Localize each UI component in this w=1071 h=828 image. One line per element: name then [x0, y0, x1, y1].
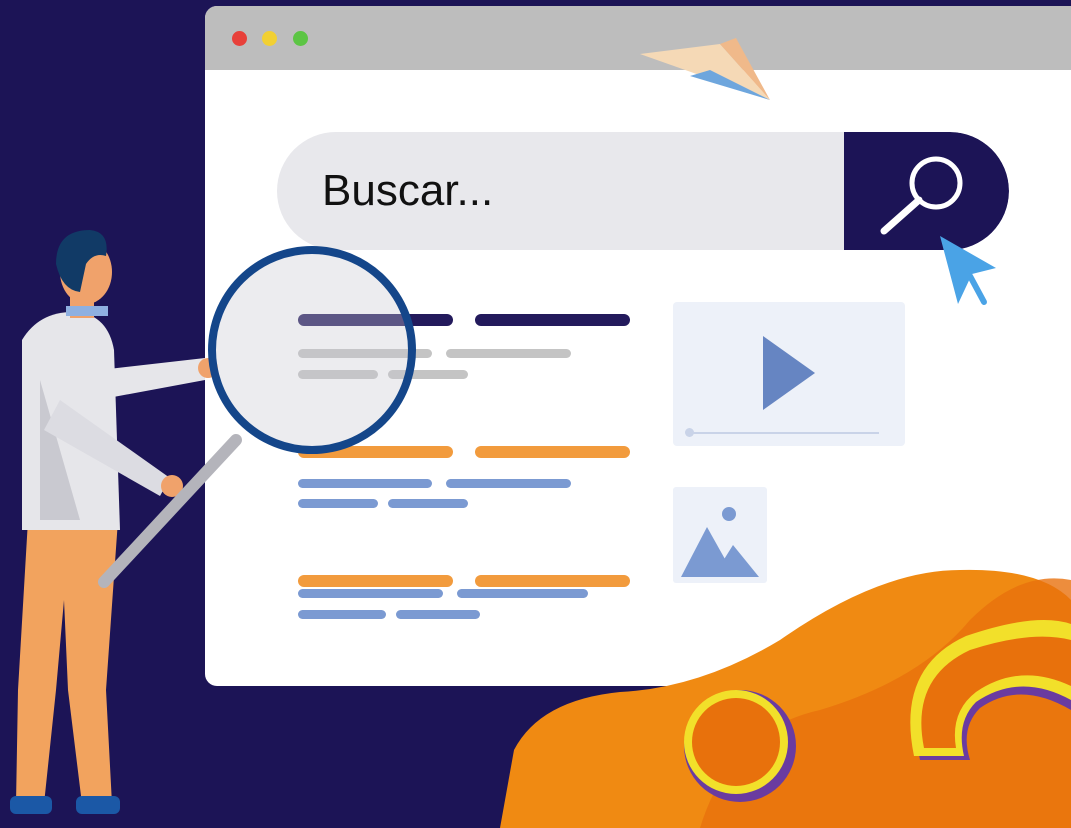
question-mark-decoration [500, 569, 1071, 828]
result-1-title-line [475, 314, 630, 326]
result-2-title-line [475, 446, 630, 458]
video-thumbnail[interactable] [673, 302, 905, 446]
play-icon [763, 336, 815, 410]
minimize-window-dot[interactable] [262, 31, 277, 46]
search-input[interactable] [322, 162, 802, 220]
close-window-dot[interactable] [232, 31, 247, 46]
person-illustration [10, 230, 416, 814]
pointer-cursor-icon [940, 236, 996, 305]
result-1-text-line [446, 349, 571, 358]
result-2-text-line [446, 479, 571, 488]
video-progress-knob [685, 428, 694, 437]
maximize-window-dot[interactable] [293, 31, 308, 46]
video-progress-track [689, 432, 879, 434]
paper-plane-icon [640, 38, 770, 100]
browser-titlebar [205, 6, 1071, 70]
magnifier-icon [880, 156, 963, 235]
